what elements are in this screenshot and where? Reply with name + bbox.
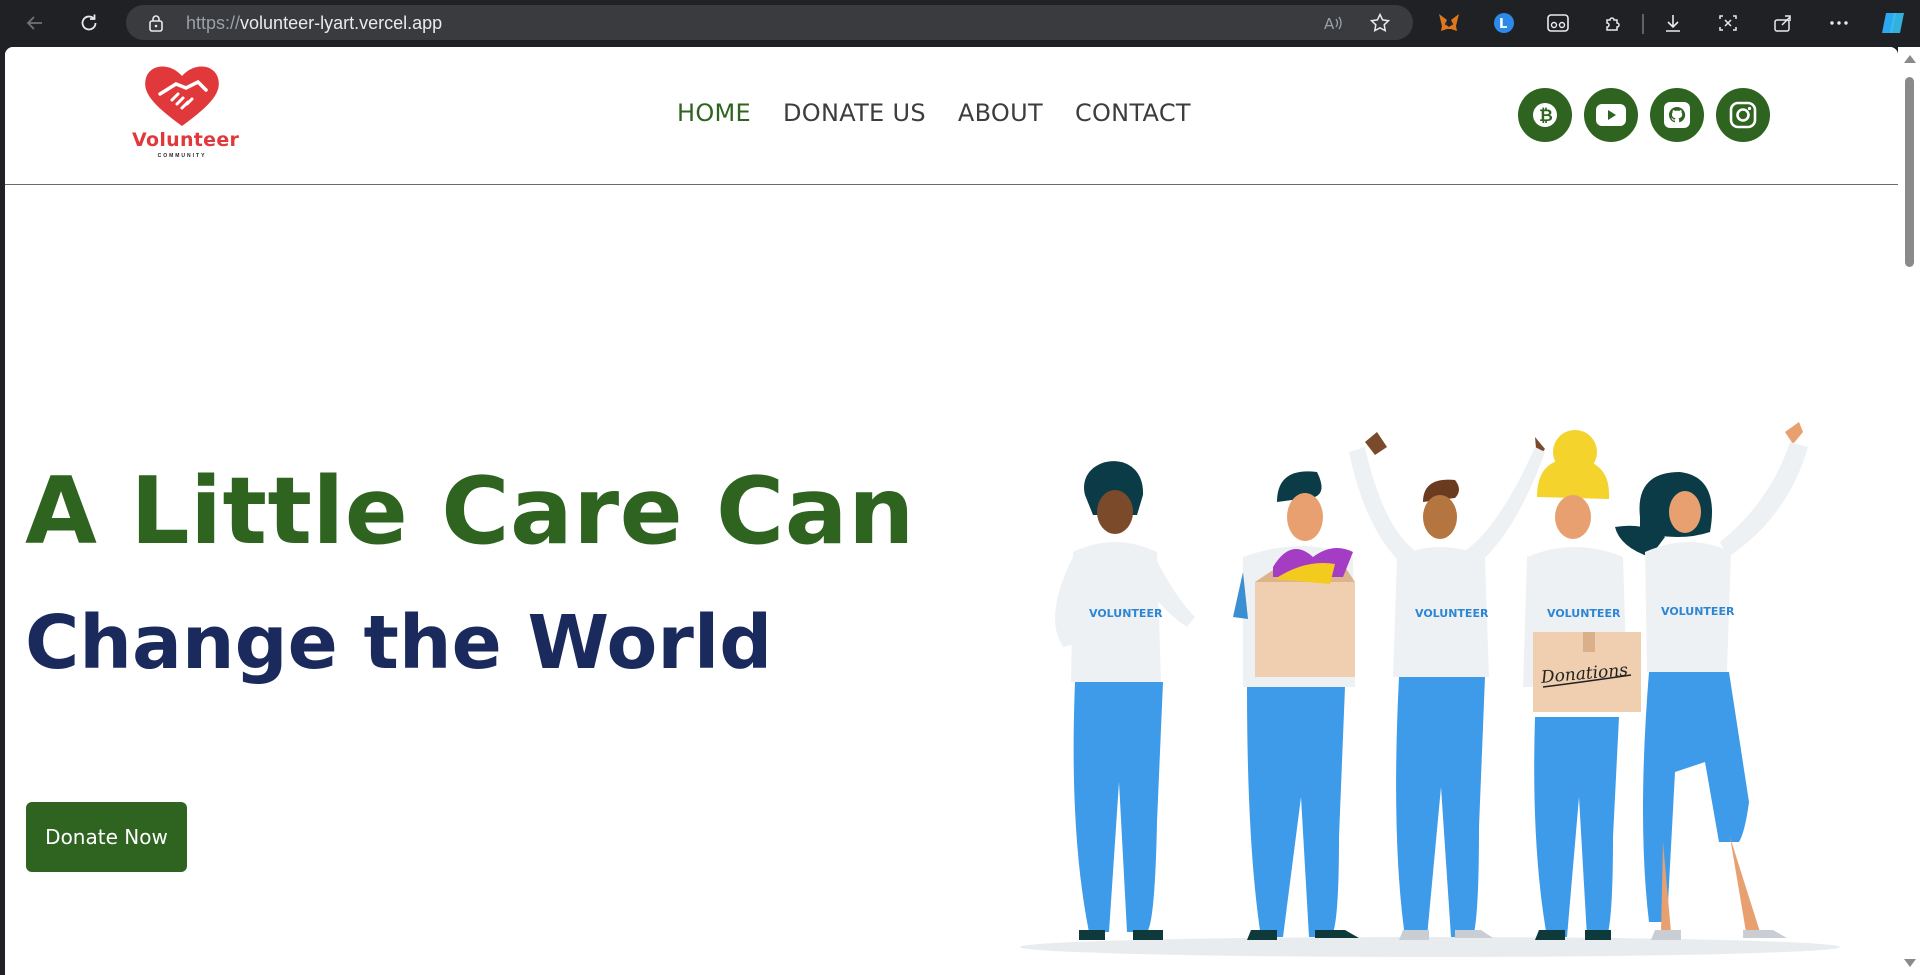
svg-text:VOLUNTEER: VOLUNTEER: [1415, 607, 1489, 620]
volunteer-figure-2: VOLUNTEER: [1233, 471, 1359, 940]
back-arrow-icon: [26, 16, 42, 30]
toolbar-divider: [1642, 14, 1644, 34]
page-viewport: Volunteer COMMUNITY HOME DONATE US ABOUT…: [5, 47, 1898, 975]
scrollbar-thumb[interactable]: [1905, 77, 1914, 267]
site-header: Volunteer COMMUNITY HOME DONATE US ABOUT…: [5, 47, 1898, 185]
url-text: https://volunteer-lyart.vercel.app: [186, 13, 442, 34]
scroll-up-arrow[interactable]: [1904, 55, 1916, 63]
site-logo[interactable]: Volunteer COMMUNITY: [132, 60, 240, 170]
downloads-icon[interactable]: [1660, 10, 1686, 36]
more-options-icon[interactable]: [1826, 10, 1852, 36]
scroll-down-arrow[interactable]: [1904, 959, 1916, 967]
github-link[interactable]: [1650, 88, 1704, 142]
instagram-icon: [1729, 101, 1757, 129]
read-aloud-icon[interactable]: A: [1323, 13, 1343, 33]
refresh-button[interactable]: [75, 9, 103, 37]
volunteer-figure-5: VOLUNTEER: [1615, 422, 1808, 940]
social-links: ₿: [1518, 88, 1770, 142]
screenshot-icon[interactable]: [1715, 10, 1741, 36]
bitcoin-icon: ₿: [1533, 103, 1557, 127]
nav-about[interactable]: ABOUT: [958, 99, 1043, 127]
refresh-icon: [81, 14, 97, 31]
instagram-link[interactable]: [1716, 88, 1770, 142]
extensions-puzzle-icon[interactable]: [1601, 10, 1627, 36]
main-nav: HOME DONATE US ABOUT CONTACT: [677, 99, 1191, 127]
page-scrollbar[interactable]: [1898, 47, 1920, 975]
nav-home[interactable]: HOME: [677, 99, 751, 127]
volunteers-illustration: VOLUNTEER VOLUNTEER VOLUNTEER Donations …: [1020, 422, 1840, 957]
youtube-icon: [1596, 104, 1626, 126]
heart-handshake-icon: [145, 66, 219, 126]
youtube-link[interactable]: [1584, 88, 1638, 142]
svg-text:VOLUNTEER: VOLUNTEER: [1661, 605, 1735, 618]
volunteer-figure-4: VOLUNTEER Donations: [1523, 430, 1641, 940]
svg-text:L: L: [1499, 17, 1507, 32]
nav-donate-us[interactable]: DONATE US: [783, 99, 926, 127]
favorite-star-icon[interactable]: [1370, 13, 1390, 33]
logo-name: Volunteer: [132, 129, 240, 151]
nav-contact[interactable]: CONTACT: [1075, 99, 1191, 127]
svg-text:₿: ₿: [1539, 106, 1553, 126]
url-host: volunteer-lyart.vercel.app: [240, 13, 443, 33]
svg-text:A: A: [1324, 15, 1335, 33]
github-icon: [1664, 102, 1690, 128]
url-protocol: https://: [186, 13, 241, 33]
donate-now-button[interactable]: Donate Now: [26, 802, 187, 872]
hero-title-line2: Change the World: [25, 600, 773, 686]
browser-toolbar: https://volunteer-lyart.vercel.app A L: [0, 0, 1920, 46]
back-button[interactable]: [21, 9, 49, 37]
l-extension-icon[interactable]: L: [1491, 10, 1517, 36]
volunteer-figure-3: VOLUNTEER: [1349, 432, 1545, 940]
copilot-icon[interactable]: [1880, 10, 1906, 36]
logo-subtitle: COMMUNITY: [157, 153, 207, 159]
hero-title-line1: A Little Care Can: [25, 457, 915, 565]
volunteer-figure-1: VOLUNTEER: [1055, 461, 1195, 940]
svg-text:VOLUNTEER: VOLUNTEER: [1089, 607, 1163, 620]
svg-text:VOLUNTEER: VOLUNTEER: [1547, 607, 1621, 620]
lock-icon: [149, 15, 163, 32]
bitcoin-link[interactable]: ₿: [1518, 88, 1572, 142]
metamask-extension-icon[interactable]: [1436, 10, 1462, 36]
share-icon[interactable]: [1770, 10, 1796, 36]
reader-extension-icon[interactable]: [1545, 10, 1571, 36]
address-bar[interactable]: https://volunteer-lyart.vercel.app A: [126, 5, 1413, 40]
